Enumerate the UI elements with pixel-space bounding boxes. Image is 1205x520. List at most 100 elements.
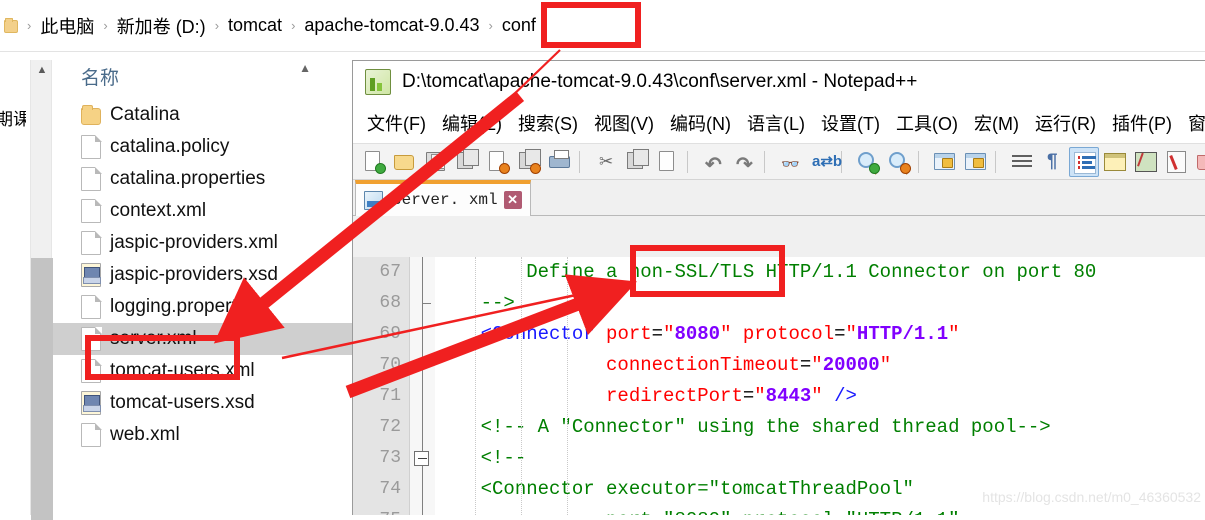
close-tab-icon[interactable]: ✕: [503, 191, 522, 209]
code-token: =: [742, 385, 755, 407]
code-line[interactable]: Define a non-SSL/TLS HTTP/1.1 Connector …: [435, 257, 1205, 288]
list-item[interactable]: Catalina: [53, 99, 353, 131]
code-line[interactable]: port="8080" protocol="HTTP/1.1": [435, 505, 1205, 515]
code-token: =: [799, 354, 812, 376]
list-item[interactable]: jaspic-providers.xsd: [53, 259, 353, 291]
word-wrap-icon[interactable]: [1007, 147, 1037, 177]
code-folding-column[interactable]: [409, 257, 435, 515]
code-token: <!-- A "Connector" using the shared thre…: [435, 416, 1051, 438]
line-number: 71: [379, 386, 401, 406]
file-name: jaspic-providers.xsd: [110, 264, 278, 285]
server-xml-highlight-box: [85, 335, 240, 380]
window-title: D:\tomcat\apache-tomcat-9.0.43\conf\serv…: [402, 71, 918, 92]
code-line[interactable]: <Connector port="8080" protocol="HTTP/1.…: [435, 319, 1205, 350]
sync-horizontal-icon[interactable]: [961, 147, 991, 177]
menu-item-设置t[interactable]: 设置(T): [813, 110, 888, 136]
menu-item-宏m[interactable]: 宏(M): [966, 110, 1027, 136]
function-list-icon[interactable]: [1162, 147, 1192, 177]
document-map-icon[interactable]: [1131, 147, 1161, 177]
list-item[interactable]: web.xml: [53, 419, 353, 451]
breadcrumb-item-apache-tomcat[interactable]: apache-tomcat-9.0.43: [302, 15, 481, 36]
zoom-in-icon[interactable]: [853, 147, 883, 177]
list-item[interactable]: jaspic-providers.xml: [53, 227, 353, 259]
menu-item-文件f[interactable]: 文件(F): [359, 110, 434, 136]
menu-item-窗口w[interactable]: 窗口(W: [1180, 110, 1205, 136]
line-number: 75: [353, 505, 409, 515]
close-all-icon[interactable]: [514, 147, 544, 177]
menu-item-视图v[interactable]: 视图(V): [586, 110, 662, 136]
new-file-icon[interactable]: [359, 147, 389, 177]
menu-item-工具o[interactable]: 工具(O): [888, 110, 966, 136]
find-icon[interactable]: 👓: [776, 147, 806, 177]
code-line[interactable]: connectionTimeout="20000": [435, 350, 1205, 381]
open-file-icon[interactable]: [390, 147, 420, 177]
chevron-up-icon[interactable]: ▲: [299, 61, 311, 75]
cut-icon[interactable]: ✂: [591, 147, 621, 177]
list-item[interactable]: logging.properties: [53, 291, 353, 323]
code-token: port: [606, 323, 652, 345]
menu-item-编辑e[interactable]: 编辑(E): [434, 110, 510, 136]
undo-icon[interactable]: ↶: [699, 147, 729, 177]
indent-guide: [475, 257, 476, 515]
folder-as-workspace-icon[interactable]: [1193, 147, 1205, 177]
line-number: 67: [379, 262, 401, 282]
list-item[interactable]: tomcat-users.xsd: [53, 387, 353, 419]
close-file-icon[interactable]: [483, 147, 513, 177]
scrollbar-thumb[interactable]: [31, 258, 53, 520]
show-all-chars-icon[interactable]: ¶: [1038, 147, 1068, 177]
save-all-icon[interactable]: [452, 147, 482, 177]
menu-item-运行r[interactable]: 运行(R): [1027, 110, 1104, 136]
code-content[interactable]: Define a non-SSL/TLS HTTP/1.1 Connector …: [435, 257, 1205, 515]
toolbar-separator: [764, 150, 773, 173]
column-header-name[interactable]: 名称: [53, 63, 119, 90]
code-token: ": [663, 323, 675, 345]
list-item[interactable]: catalina.policy: [53, 131, 353, 163]
code-line[interactable]: <!--: [435, 443, 1205, 474]
menu-item-插件p[interactable]: 插件(P): [1104, 110, 1180, 136]
sync-vertical-icon[interactable]: [930, 147, 960, 177]
explorer-vertical-scrollbar[interactable]: ▲: [30, 60, 53, 520]
code-line[interactable]: <!-- A "Connector" using the shared thre…: [435, 412, 1205, 443]
breadcrumb-item-conf[interactable]: conf: [500, 15, 538, 36]
toolbar-separator: [687, 150, 696, 173]
indent-guide-icon[interactable]: [1069, 146, 1099, 177]
menu-item-编码n[interactable]: 编码(N): [662, 110, 739, 136]
code-line[interactable]: -->: [435, 288, 1205, 319]
replace-icon[interactable]: a⇄b: [807, 147, 842, 177]
code-line[interactable]: redirectPort="8443" />: [435, 381, 1205, 412]
breadcrumb-item-drive-d[interactable]: 新加卷 (D:): [115, 13, 208, 39]
toolbar: ✂ ↶ ↷ 👓 a⇄b ¶: [353, 143, 1205, 180]
tab-server-xml[interactable]: server. xml ✕: [355, 180, 531, 216]
menu-item-搜索s[interactable]: 搜索(S): [510, 110, 586, 136]
chevron-up-icon[interactable]: ▲: [31, 60, 53, 80]
line-number: 68: [379, 293, 401, 313]
breadcrumb-item-tomcat[interactable]: tomcat: [226, 15, 284, 36]
code-token: =: [834, 323, 846, 345]
line-number: 72: [379, 417, 401, 437]
copy-icon[interactable]: [622, 147, 652, 177]
file-name: catalina.properties: [110, 168, 266, 189]
zoom-out-icon[interactable]: [884, 147, 914, 177]
line-number: 73: [379, 448, 401, 468]
document-tab-bar: server. xml ✕: [353, 180, 1205, 216]
print-icon[interactable]: [545, 147, 575, 177]
fold-collapse-box[interactable]: [414, 451, 429, 466]
fold-tick[interactable]: [415, 288, 431, 319]
redo-icon[interactable]: ↷: [730, 147, 760, 177]
breadcrumb-item-this-pc[interactable]: 此电脑: [38, 13, 96, 39]
line-number-gutter: 676869707172737475767778: [353, 257, 409, 515]
paste-icon[interactable]: [653, 147, 683, 177]
list-item[interactable]: context.xml: [53, 195, 353, 227]
file-list-pane: 名称 ▲ Catalina catalina.policy catalina.pro…: [53, 53, 353, 515]
save-icon[interactable]: [421, 147, 451, 177]
menu-item-语言l[interactable]: 语言(L): [739, 110, 813, 136]
code-token: redirectPort: [606, 385, 743, 407]
user-defined-language-icon[interactable]: [1100, 147, 1130, 177]
code-token: />: [834, 385, 857, 407]
list-item[interactable]: catalina.properties: [53, 163, 353, 195]
code-token: 8443: [765, 385, 812, 407]
